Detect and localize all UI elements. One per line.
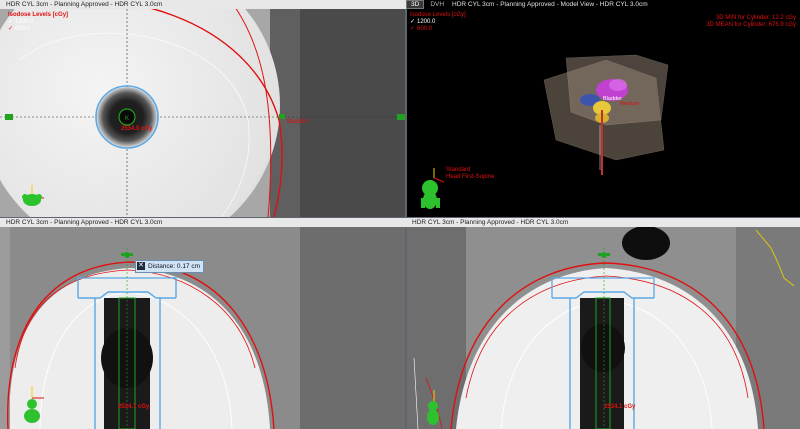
isodose-legend: Isodose Levels [cGy] ✓ 1200.0 ✓ 600.0 xyxy=(8,12,68,33)
coronal-view[interactable]: HDR CYL 3cm - Planning Approved - HDR CY… xyxy=(406,218,800,429)
distance-measurement[interactable]: ✕ Distance: 0.17 cm xyxy=(135,260,205,273)
model-title-bar: 3D DVH HDR CYL 3cm - Planning Approved - M… xyxy=(406,0,800,9)
tab-3d[interactable]: 3D xyxy=(406,0,425,9)
rectum-label: Rectum xyxy=(620,101,639,107)
point-dose-label: 2534.0 cGy xyxy=(121,126,153,132)
structure-label: Bladder xyxy=(287,119,308,125)
coronal-image xyxy=(406,218,800,429)
model-view[interactable]: 3D DVH HDR CYL 3cm - Planning Approved - M… xyxy=(406,0,800,218)
coronal-title: HDR CYL 3cm - Planning Approved - HDR CY… xyxy=(406,218,800,227)
stat-min: 3D MIN for Cylinder: 12.2 cGy xyxy=(715,15,796,21)
sagittal-image xyxy=(0,218,406,429)
point-dose-label: 2534.1 cGy xyxy=(604,404,636,410)
close-icon[interactable]: ✕ xyxy=(137,262,145,270)
vertical-splitter[interactable] xyxy=(405,0,407,429)
point-dose-label: 2534.7 cGy xyxy=(118,404,150,410)
legend-level-2[interactable]: ✓ 600.0 xyxy=(410,26,466,33)
sagittal-view[interactable]: HDR CYL 3cm - Planning Approved - HDR CY… xyxy=(0,218,406,429)
tab-dvh[interactable]: DVH xyxy=(426,0,448,9)
svg-text:K: K xyxy=(125,116,129,122)
legend-level-2[interactable]: ✓ 600.0 xyxy=(8,26,68,33)
check-icon: ✓ xyxy=(8,19,14,25)
transverse-title: HDR CYL 3cm - Planning Approved - HDR CY… xyxy=(0,0,406,9)
legend-level-1[interactable]: ✓ 1200.0 xyxy=(8,19,68,26)
legend-title: Isodose Levels [cGy] xyxy=(410,12,466,18)
check-icon: ✓ xyxy=(410,26,416,32)
transverse-view[interactable]: K HDR CYL 3cm - Planning Approved - HDR … xyxy=(0,0,406,218)
stat-mean: 3D MEAN for Cylinder: 676.9 cGy xyxy=(706,22,796,28)
legend-title: Isodose Levels [cGy] xyxy=(8,12,69,18)
model-title: HDR CYL 3cm - Planning Approved - Model … xyxy=(452,1,648,8)
legend-level-1[interactable]: ✓ 1200.0 xyxy=(410,19,466,26)
model-isodose-legend: Isodose Levels [cGy] ✓ 1200.0 ✓ 600.0 xyxy=(410,12,466,33)
orientation-label: Standard Head First-Supine xyxy=(446,167,495,180)
check-icon: ✓ xyxy=(410,19,416,25)
sagittal-title: HDR CYL 3cm - Planning Approved - HDR CY… xyxy=(0,218,406,227)
orientation-figure-3d-icon xyxy=(421,168,445,209)
check-icon: ✓ xyxy=(8,26,14,32)
dose-stats: 3D MIN for Cylinder: 12.2 cGy 3D MEAN fo… xyxy=(706,15,796,29)
